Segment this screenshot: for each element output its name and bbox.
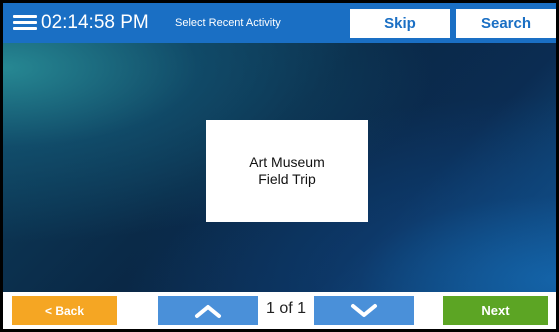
chevron-up-icon bbox=[195, 304, 221, 318]
footer-bar: < Back 1 of 1 Next bbox=[3, 292, 556, 329]
clock-display: 02:14:58 PM bbox=[41, 12, 149, 33]
activity-area: Art Museum Field Trip bbox=[3, 43, 556, 292]
activity-card[interactable]: Art Museum Field Trip bbox=[206, 120, 368, 222]
device-frame: 02:14:58 PM Select Recent Activity Skip … bbox=[0, 0, 559, 332]
page-down-button[interactable] bbox=[314, 296, 414, 325]
skip-button[interactable]: Skip bbox=[350, 9, 450, 38]
activity-title-line1: Art Museum bbox=[249, 154, 325, 170]
back-button[interactable]: < Back bbox=[12, 296, 117, 325]
chevron-down-icon bbox=[351, 303, 377, 317]
page-up-button[interactable] bbox=[158, 296, 258, 325]
activity-title-line2: Field Trip bbox=[258, 171, 316, 187]
next-button[interactable]: Next bbox=[443, 296, 548, 325]
hamburger-menu-icon[interactable] bbox=[13, 15, 37, 31]
kiosk-screen: 02:14:58 PM Select Recent Activity Skip … bbox=[3, 3, 556, 329]
page-subtitle: Select Recent Activity bbox=[175, 17, 281, 29]
page-indicator: 1 of 1 bbox=[265, 300, 307, 317]
search-button[interactable]: Search bbox=[456, 9, 556, 38]
header-bar: 02:14:58 PM Select Recent Activity Skip … bbox=[3, 3, 556, 43]
